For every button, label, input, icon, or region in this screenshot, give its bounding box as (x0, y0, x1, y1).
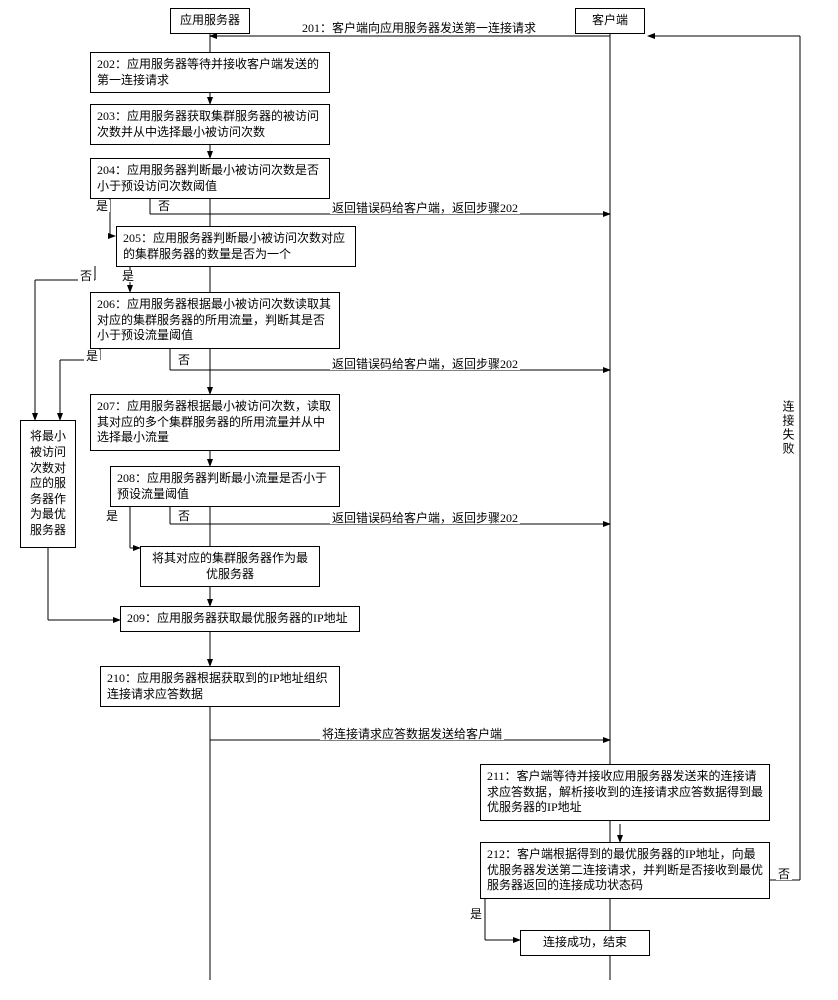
opt-server-box: 将其对应的集群服务器作为最优服务器 (140, 546, 320, 587)
msg-201-label: 201：客户端向应用服务器发送第一连接请求 (300, 22, 538, 34)
label-no-212: 否 (776, 868, 792, 880)
step-203: 203：应用服务器获取集群服务器的被访问次数并从中选择最小被访问次数 (90, 104, 330, 145)
step-204: 204：应用服务器判断最小被访问次数是否小于预设访问次数阈值 (90, 158, 330, 199)
ret-208-label: 返回错误码给客户端，返回步骤202 (330, 512, 520, 524)
lane-header-client: 客户端 (575, 8, 645, 34)
msg-send-resp-label: 将连接请求应答数据发送给客户端 (320, 728, 504, 740)
success-box: 连接成功，结束 (520, 930, 650, 956)
label-no-206: 否 (176, 354, 192, 366)
ret-206-label: 返回错误码给客户端，返回步骤202 (330, 358, 520, 370)
label-yes-206: 是 (84, 350, 100, 362)
step-211: 211：客户端等待并接收应用服务器发送来的连接请求应答数据，解析接收到的连接请求… (480, 764, 770, 821)
step-208: 208：应用服务器判断最小流量是否小于预设流量阈值 (110, 466, 340, 507)
label-no-205: 否 (78, 270, 94, 282)
step-206: 206：应用服务器根据最小被访问次数读取其对应的集群服务器的所用流量，判断其是否… (90, 292, 340, 349)
lane-header-server: 应用服务器 (170, 8, 250, 34)
label-no-208: 否 (176, 510, 192, 522)
label-yes-208: 是 (104, 510, 120, 522)
label-yes-205: 是 (120, 270, 136, 282)
step-202: 202：应用服务器等待并接收客户端发送的第一连接请求 (90, 52, 330, 93)
side-opt-box: 将最小被访问次数对应的服务器作为最优服务器 (20, 420, 76, 548)
label-yes-204: 是 (94, 200, 110, 212)
step-205: 205：应用服务器判断最小被访问次数对应的集群服务器的数量是否为一个 (116, 226, 356, 267)
fail-label: 连接失败 (780, 400, 796, 456)
label-yes-212: 是 (468, 908, 484, 920)
step-212: 212：客户端根据得到的最优服务器的IP地址，向最优服务器发送第二连接请求，并判… (480, 842, 770, 899)
step-207: 207：应用服务器根据最小被访问次数，读取其对应的多个集群服务器的所用流量并从中… (90, 394, 340, 451)
step-209: 209：应用服务器获取最优服务器的IP地址 (120, 606, 360, 632)
ret-204-label: 返回错误码给客户端，返回步骤202 (330, 202, 520, 214)
step-210: 210：应用服务器根据获取到的IP地址组织连接请求应答数据 (100, 666, 340, 707)
label-no-204: 否 (156, 200, 172, 212)
